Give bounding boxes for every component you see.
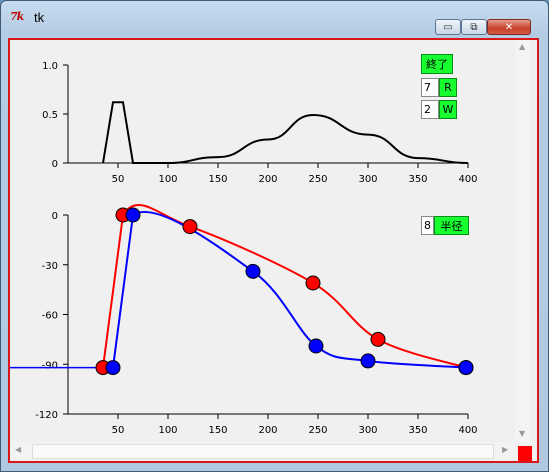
w-button[interactable]: W [439, 100, 457, 119]
quit-button[interactable]: 終了 [421, 54, 453, 74]
title-bar[interactable]: 7k tk ▭ ⧉ ✕ [1, 1, 548, 35]
r-entry[interactable]: 7 [421, 78, 439, 97]
bottom-x-tick-label: 200 [258, 425, 277, 436]
top-x-tick-label: 300 [358, 174, 377, 185]
blue-series-line [112, 210, 467, 369]
bottom-y-tick-label: -30 [42, 261, 58, 272]
bottom-x-tick-label: 350 [408, 425, 427, 436]
maximize-button[interactable]: ⧉ [461, 19, 487, 35]
canvas-area[interactable]: 1.0 0.5 0 50 100 150 200 250 300 350 400 0 -30 -60 -90… [8, 38, 539, 463]
bottom-y-tick-label: -90 [42, 360, 58, 371]
app-window: 7k tk ▭ ⧉ ✕ 1.0 0.5 0 50 100 150 200 250 300 350 4… [0, 0, 549, 472]
bottom-y-tick-label: 0 [52, 211, 58, 222]
horizontal-scroll-thumb[interactable] [32, 444, 494, 459]
horizontal-scrollbar[interactable]: ◀ ▶ [10, 442, 515, 459]
top-y-tick-label: 0 [52, 159, 58, 170]
resize-grip[interactable] [518, 446, 532, 461]
blue-control-point[interactable] [308, 338, 324, 354]
vertical-scrollbar[interactable]: ▲ ▼ [515, 40, 530, 442]
window-title: tk [34, 10, 45, 25]
top-x-tick-label: 400 [458, 174, 477, 185]
bottom-x-tick-label: 100 [158, 425, 177, 436]
top-x-tick-label: 50 [112, 174, 125, 185]
top-y-tick-label: 1.0 [42, 61, 58, 72]
top-x-tick-label: 150 [208, 174, 227, 185]
close-button[interactable]: ✕ [487, 19, 531, 35]
scroll-right-icon[interactable]: ▶ [502, 446, 508, 454]
bottom-x-tick-label: 400 [458, 425, 477, 436]
top-x-tick-label: 100 [158, 174, 177, 185]
red-control-point[interactable] [370, 331, 386, 347]
top-x-tick-label: 250 [308, 174, 327, 185]
blue-control-point[interactable] [245, 263, 261, 279]
bottom-x-tick-label: 150 [208, 425, 227, 436]
top-y-tick-label: 0.5 [42, 110, 58, 121]
tk-feather-icon: 7k [10, 10, 24, 23]
bottom-y-tick-label: -60 [42, 311, 58, 322]
radius-button[interactable]: 半径 [434, 216, 469, 235]
blue-control-point[interactable] [360, 353, 376, 369]
top-x-tick-label: 200 [258, 174, 277, 185]
bottom-y-tick-label: -120 [35, 410, 58, 421]
top-x-tick-label: 350 [408, 174, 427, 185]
scroll-down-icon[interactable]: ▼ [519, 430, 525, 438]
top-series-line [102, 101, 469, 164]
bottom-x-tick-label: 50 [112, 425, 125, 436]
minimize-button[interactable]: ▭ [435, 19, 461, 35]
scroll-up-icon[interactable]: ▲ [519, 43, 525, 51]
bottom-x-tick-label: 300 [358, 425, 377, 436]
w-entry[interactable]: 2 [421, 100, 439, 119]
red-control-point[interactable] [182, 219, 198, 235]
red-series-line [102, 204, 467, 369]
r-button[interactable]: R [439, 78, 457, 97]
bottom-x-tick-label: 250 [308, 425, 327, 436]
blue-control-point[interactable] [458, 360, 474, 376]
blue-control-point[interactable] [105, 360, 121, 376]
radius-entry[interactable]: 8 [421, 216, 434, 235]
red-control-point[interactable] [305, 275, 321, 291]
scroll-left-icon[interactable]: ◀ [15, 446, 21, 454]
blue-control-point[interactable] [125, 207, 141, 223]
